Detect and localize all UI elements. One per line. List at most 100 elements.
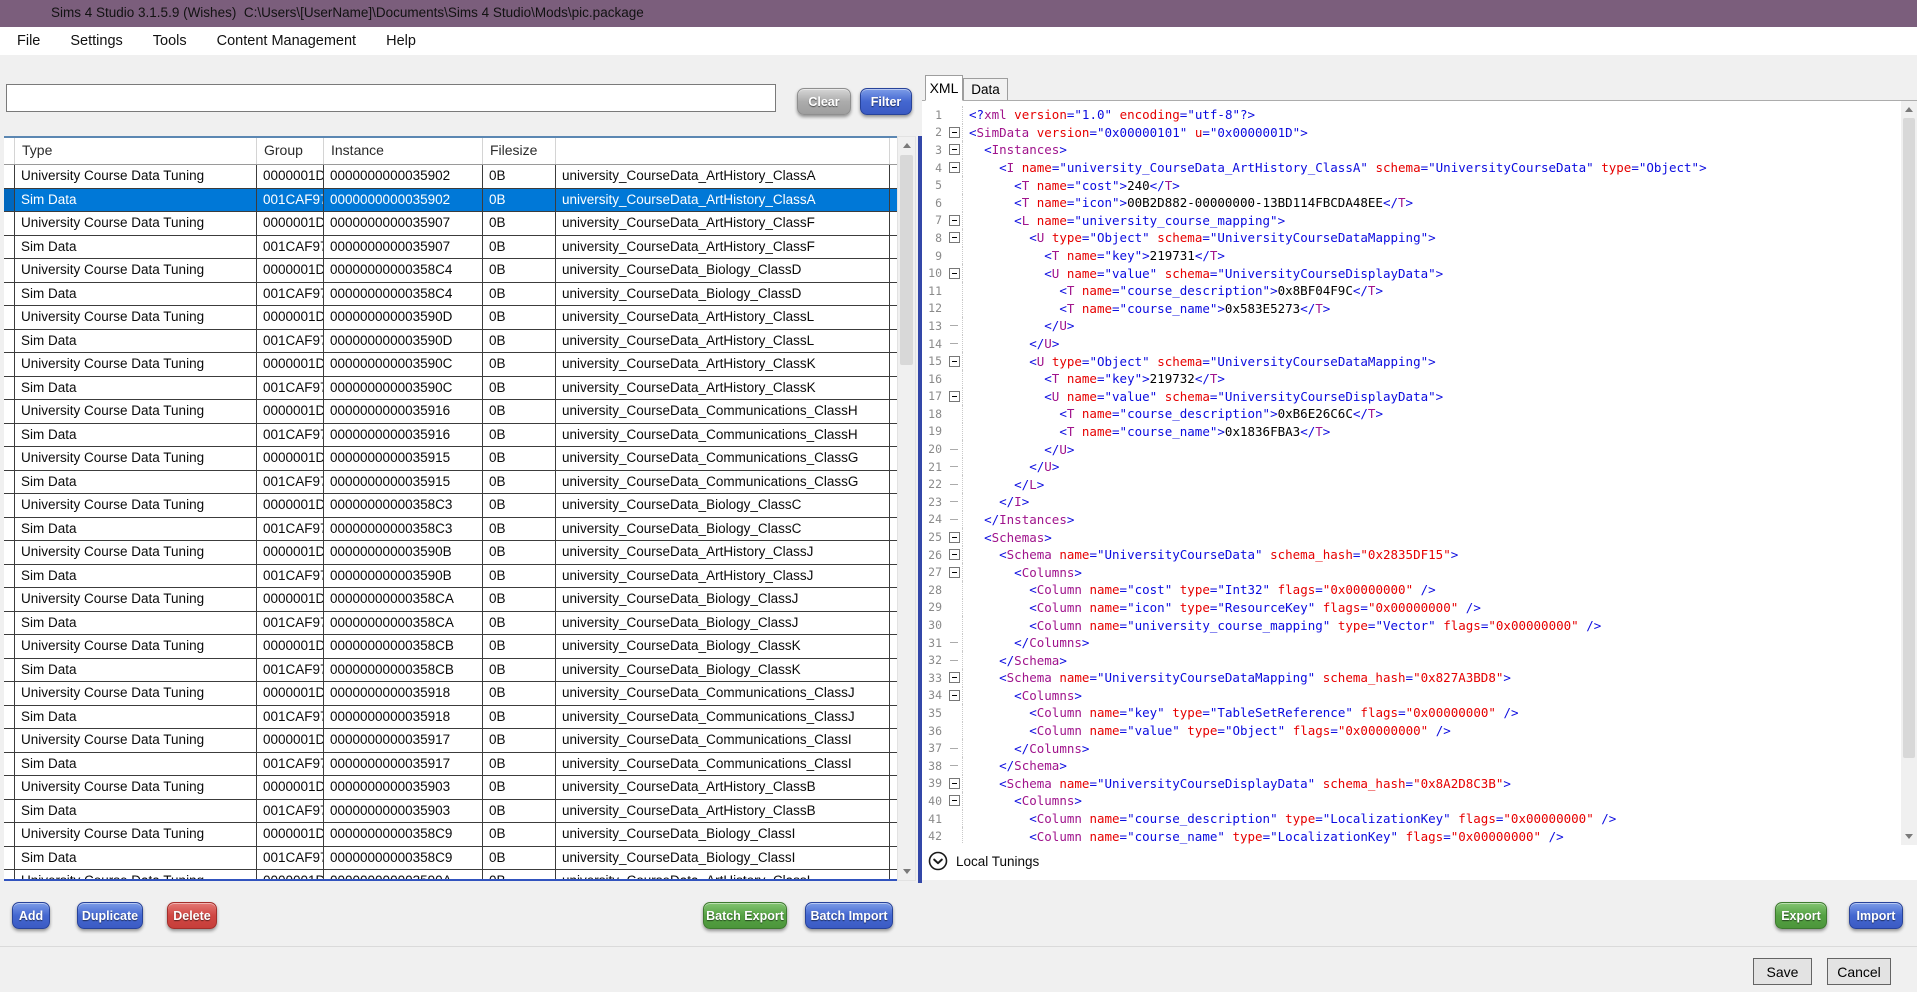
table-cell[interactable]: university_CourseData_Biology_ClassI (556, 823, 890, 846)
table-row[interactable]: University Course Data Tuning0000001D000… (4, 494, 897, 518)
table-cell[interactable]: 0000000000035915 (324, 471, 483, 494)
fold-collapse-icon[interactable] (946, 775, 963, 793)
row-selector-gutter[interactable] (4, 706, 15, 729)
batch-export-button[interactable]: Batch Export (703, 902, 787, 929)
table-cell[interactable]: 001CAF97 (257, 847, 324, 870)
table-cell[interactable]: 0000001D (257, 400, 324, 423)
table-cell[interactable]: university_CourseData_Communications_Cla… (556, 729, 890, 752)
scroll-up-icon[interactable] (1901, 101, 1917, 118)
table-row[interactable]: Sim Data001CAF9700000000000359150Buniver… (4, 471, 897, 495)
table-cell[interactable]: university_CourseData_Communications_Cla… (556, 447, 890, 470)
menu-item-settings[interactable]: Settings (55, 27, 137, 55)
column-header-blank[interactable] (556, 138, 890, 164)
table-row[interactable]: Sim Data001CAF9700000000000358C40Buniver… (4, 283, 897, 307)
batch-import-button[interactable]: Batch Import (805, 902, 893, 929)
table-cell[interactable]: Sim Data (15, 377, 257, 400)
table-cell[interactable] (890, 306, 897, 329)
table-cell[interactable]: 0B (483, 283, 556, 306)
table-cell[interactable]: University Course Data Tuning (15, 823, 257, 846)
table-cell[interactable]: Sim Data (15, 800, 257, 823)
table-cell[interactable] (890, 447, 897, 470)
table-cell[interactable]: Sim Data (15, 471, 257, 494)
table-cell[interactable]: University Course Data Tuning (15, 588, 257, 611)
fold-collapse-icon[interactable] (946, 212, 963, 230)
row-selector-gutter[interactable] (4, 682, 15, 705)
table-cell[interactable]: University Course Data Tuning (15, 870, 257, 879)
fold-collapse-icon[interactable] (946, 141, 963, 159)
table-cell[interactable]: 001CAF97 (257, 565, 324, 588)
table-cell[interactable]: 0B (483, 823, 556, 846)
table-cell[interactable]: 0000000000035907 (324, 236, 483, 259)
table-cell[interactable]: 0000001D (257, 165, 324, 188)
delete-button[interactable]: Delete (167, 902, 217, 929)
table-cell[interactable] (890, 682, 897, 705)
table-cell[interactable]: Sim Data (15, 612, 257, 635)
table-cell[interactable]: university_CourseData_Communications_Cla… (556, 471, 890, 494)
table-row[interactable]: University Course Data Tuning0000001D000… (4, 729, 897, 753)
table-row[interactable]: Sim Data001CAF97000000000003590D0Buniver… (4, 330, 897, 354)
table-row[interactable]: University Course Data Tuning0000001D000… (4, 212, 897, 236)
fold-collapse-icon[interactable] (946, 159, 963, 177)
chevron-down-icon[interactable] (928, 851, 948, 871)
save-button[interactable]: Save (1753, 958, 1812, 985)
table-cell[interactable]: 000000000003590C (324, 353, 483, 376)
table-cell[interactable]: Sim Data (15, 565, 257, 588)
table-cell[interactable]: university_CourseData_ArtHistory_ClassK (556, 353, 890, 376)
scroll-up-icon[interactable] (898, 137, 915, 154)
table-cell[interactable]: university_CourseData_ArtHistory_ClassL (556, 330, 890, 353)
column-header-blank[interactable] (4, 138, 15, 164)
table-cell[interactable]: 0B (483, 494, 556, 517)
table-row[interactable]: Sim Data001CAF9700000000000359020Buniver… (4, 189, 897, 213)
duplicate-button[interactable]: Duplicate (77, 902, 143, 929)
table-row[interactable]: Sim Data001CAF9700000000000359030Buniver… (4, 800, 897, 824)
table-cell[interactable]: 0B (483, 518, 556, 541)
row-selector-gutter[interactable] (4, 776, 15, 799)
row-selector-gutter[interactable] (4, 729, 15, 752)
import-button[interactable]: Import (1849, 902, 1903, 929)
local-tunings-expander[interactable]: Local Tunings (928, 850, 1039, 872)
table-row[interactable]: University Course Data Tuning0000001D000… (4, 400, 897, 424)
table-cell[interactable] (890, 729, 897, 752)
table-cell[interactable]: 0000001D (257, 541, 324, 564)
tab-data[interactable]: Data (963, 78, 1008, 101)
table-row[interactable]: Sim Data001CAF9700000000000359170Buniver… (4, 753, 897, 777)
table-cell[interactable] (890, 377, 897, 400)
table-cell[interactable] (890, 471, 897, 494)
table-row[interactable]: University Course Data Tuning0000001D000… (4, 823, 897, 847)
table-cell[interactable]: 000000000003590B (324, 565, 483, 588)
table-cell[interactable]: 0000001D (257, 447, 324, 470)
table-cell[interactable]: university_CourseData_ArtHistory_ClassL (556, 306, 890, 329)
table-cell[interactable]: 0B (483, 212, 556, 235)
table-cell[interactable]: university_CourseData_Biology_ClassK (556, 635, 890, 658)
table-cell[interactable]: Sim Data (15, 189, 257, 212)
table-cell[interactable]: 0B (483, 400, 556, 423)
table-cell[interactable]: 0B (483, 330, 556, 353)
row-selector-gutter[interactable] (4, 353, 15, 376)
row-selector-gutter[interactable] (4, 612, 15, 635)
table-cell[interactable]: 0000000000035902 (324, 165, 483, 188)
table-cell[interactable]: 00000000000358CB (324, 659, 483, 682)
table-cell[interactable]: university_CourseData_Communications_Cla… (556, 682, 890, 705)
table-cell[interactable]: 0B (483, 870, 556, 879)
table-cell[interactable]: 001CAF97 (257, 236, 324, 259)
table-cell[interactable]: 0B (483, 541, 556, 564)
table-row[interactable]: University Course Data Tuning0000001D000… (4, 588, 897, 612)
table-cell[interactable]: 001CAF97 (257, 612, 324, 635)
table-cell[interactable]: University Course Data Tuning (15, 259, 257, 282)
fold-collapse-icon[interactable] (946, 388, 963, 406)
table-cell[interactable]: 001CAF97 (257, 330, 324, 353)
table-cell[interactable]: 000000000003590A (324, 870, 483, 879)
table-cell[interactable] (890, 776, 897, 799)
table-cell[interactable]: 00000000000358C4 (324, 283, 483, 306)
menu-item-file[interactable]: File (2, 27, 55, 55)
table-cell[interactable] (890, 706, 897, 729)
table-cell[interactable] (890, 165, 897, 188)
table-cell[interactable]: Sim Data (15, 518, 257, 541)
table-cell[interactable]: university_CourseData_ArtHistory_ClassB (556, 800, 890, 823)
table-cell[interactable]: 00000000000358C3 (324, 494, 483, 517)
table-cell[interactable]: 0000001D (257, 776, 324, 799)
table-cell[interactable]: 0000001D (257, 635, 324, 658)
table-cell[interactable]: university_CourseData_ArtHistory_ClassK (556, 377, 890, 400)
table-cell[interactable]: 0B (483, 776, 556, 799)
xml-editor[interactable]: 1<?xml version="1.0" encoding="utf-8"?>2… (922, 106, 1899, 844)
